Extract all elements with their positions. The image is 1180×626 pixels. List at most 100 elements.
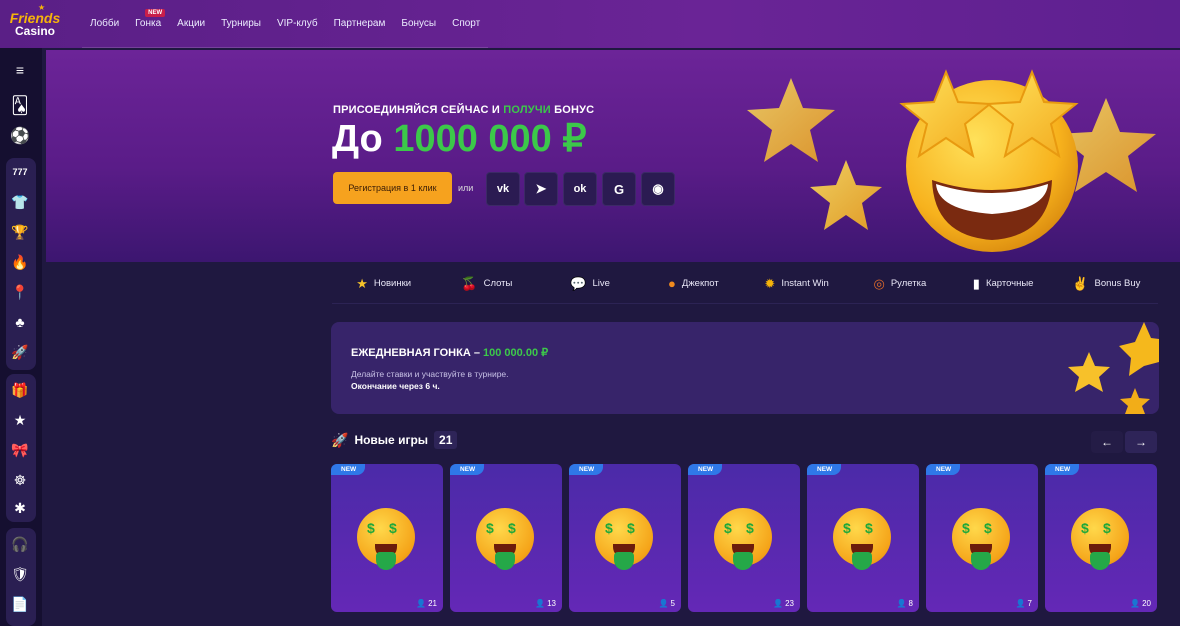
new-games-title: Новые игры <box>354 433 429 447</box>
logo[interactable]: ★ Friends Casino <box>0 0 70 48</box>
star-eyes-emoji-illustration <box>747 69 1156 252</box>
document-icon[interactable]: 📄 <box>6 590 34 618</box>
cards-icon[interactable]: 🂡 <box>6 92 34 120</box>
new-badge: NEW <box>331 464 366 475</box>
nav-tournaments[interactable]: Турниры <box>213 0 269 48</box>
nav-lobby[interactable]: Лобби <box>82 0 127 48</box>
nav-sport[interactable]: Спорт <box>444 0 488 48</box>
money-face-icon: $ $ <box>833 508 891 570</box>
menu-icon[interactable]: ≡ <box>6 56 34 84</box>
jersey-icon[interactable]: 👕 <box>6 188 34 216</box>
money-face-icon: $ $ <box>714 508 772 570</box>
category-label: Instant Win <box>781 278 829 289</box>
logo-star-icon: ★ <box>38 3 46 12</box>
pin-icon[interactable]: 📍 <box>6 278 34 306</box>
players-value: 23 <box>785 599 794 608</box>
register-one-click-button[interactable]: Регистрация в 1 клик <box>333 172 452 204</box>
category-label: Карточные <box>985 278 1034 289</box>
poker-chip-icon[interactable]: ♣ <box>6 308 34 336</box>
slot-777-icon[interactable]: 777 <box>6 158 34 186</box>
game-card[interactable]: NEW $ $ 👤 20 <box>1045 464 1157 612</box>
ok-login-button[interactable]: ok <box>563 172 597 206</box>
category-slots[interactable]: 🍒 Слоты <box>435 276 538 292</box>
steam-login-button[interactable]: ◉ <box>641 172 675 206</box>
players-value: 5 <box>670 599 675 608</box>
daily-race-card[interactable]: ЕЖЕДНЕВНАЯ ГОНКА – 100 000.00 ₽ Делайте … <box>331 322 1159 414</box>
race-description: Делайте ставки и участвуйте в турнире. <box>351 369 509 379</box>
game-card[interactable]: NEW $ $ 👤 13 <box>450 464 562 612</box>
category-card-games[interactable]: ▮ Карточные <box>952 276 1055 292</box>
rocket-icon[interactable]: 🚀 <box>6 338 34 366</box>
telegram-login-button[interactable]: ➤ <box>524 172 558 206</box>
headset-icon[interactable]: 🎧 <box>6 530 34 558</box>
user-icon: 👤 <box>1015 599 1026 608</box>
category-label: Рулетка <box>890 278 927 289</box>
user-icon: 👤 <box>1130 599 1141 608</box>
or-label: или <box>458 183 474 193</box>
players-count: 👤 20 <box>1130 599 1151 608</box>
cherry-icon: 🍒 <box>461 275 478 291</box>
players-value: 13 <box>547 599 556 608</box>
new-badge: NEW <box>450 464 485 475</box>
banner-subtitle-suffix: БОНУС <box>550 104 595 116</box>
user-icon: 👤 <box>535 599 546 608</box>
players-value: 20 <box>1142 599 1151 608</box>
category-label: Bonus Buy <box>1094 278 1141 289</box>
game-card[interactable]: NEW $ $ 👤 7 <box>926 464 1038 612</box>
nav-label: VIP-клуб <box>276 18 318 29</box>
banner-subtitle-prefix: ПРИСОЕДИНЯЙСЯ СЕЙЧАС И <box>333 104 504 116</box>
category-live[interactable]: 💬 Live <box>539 276 642 292</box>
game-card[interactable]: NEW $ $ 👤 23 <box>688 464 800 612</box>
new-badge: NEW <box>569 464 604 475</box>
race-prize: 100 000.00 ₽ <box>483 347 549 359</box>
nav-promotions[interactable]: Акции <box>169 0 213 48</box>
category-bonus-buy[interactable]: ✌ Bonus Buy <box>1055 276 1158 292</box>
user-icon: 👤 <box>658 599 669 608</box>
nav-label: Турниры <box>221 18 261 29</box>
category-jackpot[interactable]: ● Джекпот <box>642 276 745 291</box>
nav-label: Бонусы <box>401 18 437 29</box>
category-instant-win[interactable]: ✹ Instant Win <box>745 276 848 292</box>
nav-partners[interactable]: Партнерам <box>326 0 394 48</box>
trophy-icon[interactable]: 🏆 <box>6 218 34 246</box>
banner-bonus-amount: До 1000 000 ₽ <box>332 120 587 158</box>
new-badge: NEW <box>807 464 842 475</box>
players-count: 👤 7 <box>1016 599 1032 608</box>
banner-amount-value: 1000 000 ₽ <box>393 118 587 160</box>
google-login-button[interactable]: G <box>602 172 636 206</box>
nav-label: Спорт <box>452 18 481 29</box>
hero-banner: ПРИСОЕДИНЯЙСЯ СЕЙЧАС И ПОЛУЧИ БОНУС До 1… <box>46 50 1180 262</box>
money-bag-icon: ● <box>668 276 676 291</box>
category-new[interactable]: ★ Новинки <box>332 276 435 292</box>
category-roulette[interactable]: ◎ Рулетка <box>848 276 951 292</box>
gift-box-icon[interactable]: 🎁 <box>6 376 34 404</box>
prev-arrow-button[interactable]: ← <box>1091 431 1123 453</box>
star-icon[interactable]: ★ <box>6 406 34 434</box>
game-card[interactable]: NEW $ $ 👤 5 <box>569 464 681 612</box>
race-ends: Окончание через 6 ч. <box>351 381 440 391</box>
race-stars-illustration <box>1068 322 1159 414</box>
players-count: 👤 8 <box>897 599 913 608</box>
sparkle-icon[interactable]: ✱ <box>6 494 34 522</box>
sidebar: ≡ 🂡 ⚽ 777 👕 🏆 🔥 📍 ♣ 🚀 🎁 ★ 🎀 ☸ ✱ 🎧 🛡 📄 <box>0 48 42 626</box>
playing-card-icon: ▮ <box>972 275 980 291</box>
next-arrow-button[interactable]: → <box>1125 431 1157 453</box>
vk-login-button[interactable]: vk <box>486 172 520 206</box>
race-title: ЕЖЕДНЕВНАЯ ГОНКА – 100 000.00 ₽ <box>351 346 548 359</box>
wheel-icon[interactable]: ☸ <box>6 466 34 494</box>
players-count: 👤 23 <box>773 599 794 608</box>
category-label: Новинки <box>373 278 412 289</box>
players-value: 21 <box>428 599 437 608</box>
soccer-ball-icon[interactable]: ⚽ <box>6 122 34 150</box>
shield-icon[interactable]: 🛡 <box>6 560 34 588</box>
game-card[interactable]: NEW $ $ 👤 8 <box>807 464 919 612</box>
nav-race[interactable]: NEW Гонка <box>127 0 169 48</box>
banner-subtitle: ПРИСОЕДИНЯЙСЯ СЕЙЧАС И ПОЛУЧИ БОНУС <box>333 104 594 116</box>
nav-bonuses[interactable]: Бонусы <box>393 0 444 48</box>
fire-icon[interactable]: 🔥 <box>6 248 34 276</box>
nav-vip-club[interactable]: VIP-клуб <box>269 0 326 48</box>
money-face-icon: $ $ <box>595 508 653 570</box>
gift-icon[interactable]: 🎀 <box>6 436 34 464</box>
game-card[interactable]: NEW $ $ 👤 21 <box>331 464 443 612</box>
roulette-icon: ◎ <box>873 275 885 291</box>
